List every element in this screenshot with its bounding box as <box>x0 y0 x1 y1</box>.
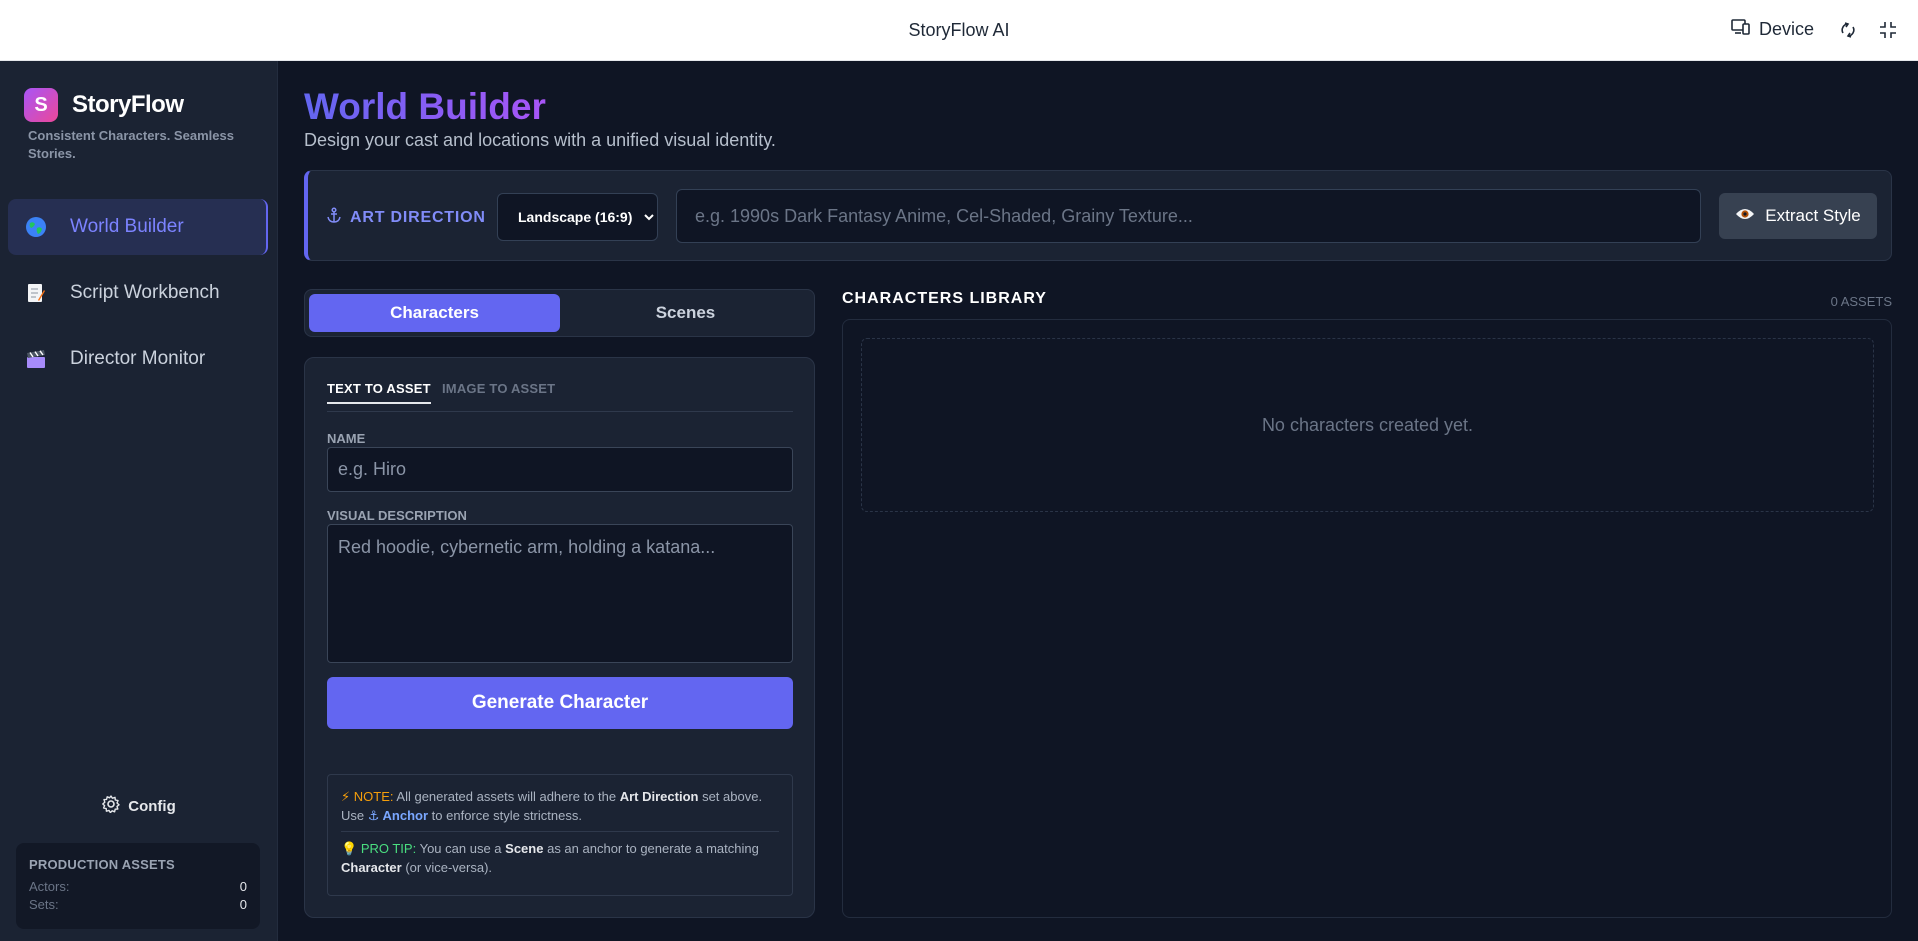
create-asset-form: TEXT TO ASSET IMAGE TO ASSET NAME VISUAL… <box>304 357 815 918</box>
tip-scene: Scene <box>505 841 544 856</box>
note-text: Use <box>341 808 365 823</box>
sidebar-item-script-workbench[interactable]: Script Workbench <box>8 265 268 321</box>
tab-characters[interactable]: Characters <box>309 294 560 332</box>
subtab-image-to-asset[interactable]: IMAGE TO ASSET <box>442 381 555 402</box>
asset-type-tabs: Characters Scenes <box>304 289 815 337</box>
art-direction-label: ART DIRECTION <box>326 207 486 228</box>
note-text: set above. <box>702 789 763 804</box>
sidebar-item-label: Script Workbench <box>70 282 220 303</box>
note-box: ⚡ NOTE: All generated assets will adhere… <box>327 774 793 896</box>
aspect-ratio-select[interactable]: Landscape (16:9) <box>497 193 658 241</box>
generate-character-button[interactable]: Generate Character <box>327 677 793 729</box>
actors-row: Actors: 0 <box>29 878 247 896</box>
subtab-divider <box>327 411 793 412</box>
logo-mark: S <box>24 88 58 122</box>
page-title: World Builder <box>304 86 546 127</box>
anchor-icon: ⚓ <box>367 808 380 823</box>
note-text: All generated assets will adhere to the <box>396 789 617 804</box>
tip-text: You can use a <box>419 841 502 856</box>
art-direction-bar: ART DIRECTION Landscape (16:9) Extract S… <box>304 170 1892 261</box>
rotate-icon[interactable] <box>1836 18 1860 42</box>
visual-description-label: VISUAL DESCRIPTION <box>327 508 467 523</box>
tip-text: (or vice-versa). <box>405 860 493 875</box>
tip-key: PRO TIP: <box>360 841 417 856</box>
note-key: NOTE: <box>353 789 394 804</box>
production-assets-card: PRODUCTION ASSETS Actors: 0 Sets: 0 <box>16 843 260 929</box>
lightbulb-icon: 💡 <box>341 841 358 856</box>
brand-tagline: Consistent Characters. Seamless Stories. <box>28 128 234 161</box>
device-toggle[interactable]: Device <box>1731 19 1814 40</box>
device-icon <box>1731 19 1751 40</box>
tip-character: Character <box>341 860 402 875</box>
gear-icon <box>102 795 120 817</box>
globe-icon <box>24 215 48 239</box>
sidebar-item-label: Director Monitor <box>70 348 206 369</box>
lightning-icon: ⚡ <box>341 789 351 804</box>
note-line: ⚡ NOTE: All generated assets will adhere… <box>341 787 779 825</box>
page-subtitle: Design your cast and locations with a un… <box>304 130 776 150</box>
anchor-label: Anchor <box>382 808 429 823</box>
style-input[interactable] <box>676 189 1701 243</box>
config-button[interactable]: Config <box>0 795 278 817</box>
library-title: CHARACTERS LIBRARY <box>842 290 1047 307</box>
note-art-direction: Art Direction <box>619 789 699 804</box>
tip-line: 💡 PRO TIP: You can use a Scene as an anc… <box>341 839 779 877</box>
sets-count: 0 <box>239 897 247 912</box>
note-text: to enforce style strictness. <box>431 808 582 823</box>
production-assets-title: PRODUCTION ASSETS <box>29 857 175 872</box>
config-label: Config <box>128 797 176 815</box>
extract-style-button[interactable]: Extract Style <box>1719 193 1877 239</box>
name-label: NAME <box>327 431 366 446</box>
note-anchor: ⚓ Anchor <box>368 808 432 823</box>
actors-count: 0 <box>239 879 247 894</box>
device-label: Device <box>1758 19 1814 39</box>
sidebar-item-label: World Builder <box>70 216 184 237</box>
sets-label: Sets: <box>29 897 59 912</box>
clapper-icon <box>24 347 48 371</box>
sidebar: S StoryFlow Consistent Characters. Seaml… <box>0 61 278 941</box>
library-empty-state: No characters created yet. <box>861 338 1874 512</box>
browser-topbar: StoryFlow AI Device <box>0 0 1918 61</box>
actors-label: Actors: <box>29 879 70 894</box>
name-input[interactable] <box>327 447 793 492</box>
note-divider <box>341 831 779 832</box>
eye-icon <box>1735 206 1755 226</box>
tip-text: as an anchor to generate a matching <box>547 841 759 856</box>
memo-icon <box>24 281 48 305</box>
visual-description-input[interactable] <box>327 524 793 663</box>
sets-row: Sets: 0 <box>29 896 247 914</box>
art-direction-text: ART DIRECTION <box>350 208 486 226</box>
library-asset-count: 0 ASSETS <box>1830 294 1892 309</box>
anchor-icon <box>326 207 342 228</box>
subtab-text-to-asset[interactable]: TEXT TO ASSET <box>327 381 431 404</box>
characters-library: No characters created yet. <box>842 319 1892 918</box>
sidebar-item-world-builder[interactable]: World Builder <box>8 199 268 255</box>
extract-style-label: Extract Style <box>1765 206 1861 225</box>
window-title: StoryFlow AI <box>908 20 1010 40</box>
tab-scenes[interactable]: Scenes <box>560 294 811 332</box>
fullscreen-exit-icon[interactable] <box>1876 18 1900 42</box>
brand-name: StoryFlow <box>72 91 184 118</box>
sidebar-item-director-monitor[interactable]: Director Monitor <box>8 331 268 387</box>
